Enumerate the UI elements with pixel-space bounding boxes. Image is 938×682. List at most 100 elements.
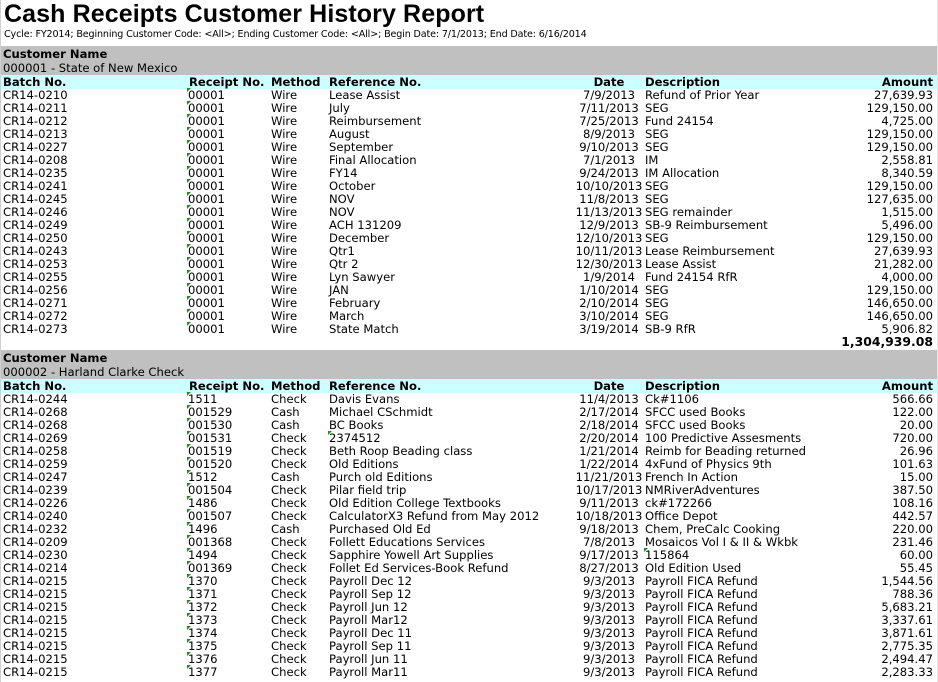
method-cell-text: Check [271,444,307,458]
method-cell-text: Wire [271,127,298,141]
table-body: CR14-0244 1511 Check Davis Evans 11/4/2013 Ck… [1,393,937,679]
batch-cell-text: CR14-0215 [3,600,68,614]
date-cell-text: 7/8/2013 [582,535,636,549]
reference-cell-text: Michael CSchmidt [329,405,433,419]
batch-cell-text: CR14-0215 [3,652,68,666]
description-cell-text: Office Depot [645,509,718,523]
method-cell-text: Wire [271,88,298,102]
date-cell-text: 10/11/2013 [575,244,643,258]
table-row: CR14-0235 00001 Wire FY14 9/24/2013 IM Alloca… [1,167,937,180]
date-cell-text: 1/9/2014 [582,270,636,284]
table-row: CR14-0210 00001 Wire Lease Assist 7/9/2013 Re… [1,89,937,102]
method-cell-text: Check [271,457,307,471]
method-cell-text: Wire [271,140,298,154]
description-cell-text: Payroll FICA Refund [645,626,758,640]
table-row: CR14-0271 00001 Wire February 2/10/2014 SEG 14… [1,297,937,310]
batch-cell-text: CR14-0268 [3,405,68,419]
batch-cell-text: CR14-0212 [3,114,68,128]
customer-name-label: Customer Name [3,351,108,365]
amount-cell-text: 146,650.00 [866,309,933,323]
date-cell-text: 9/3/2013 [582,613,636,627]
table-row: CR14-0273 00001 Wire State Match 3/19/2014 SB… [1,323,937,336]
batch-cell-text: CR14-0215 [3,587,68,601]
amount-cell-text: 129,150.00 [866,140,933,154]
amount-cell-text: 231.46 [892,535,933,549]
table-row: CR14-0259 001520 Check Old Editions 1/22/201… [1,458,937,471]
error-indicator-icon: 001531 [188,431,233,445]
description-cell-text: SFCC used Books [645,405,746,419]
table-row: CR14-0240 001507 Check CalculatorX3 Refund … [1,510,937,523]
batch-cell-text: CR14-0246 [3,205,68,219]
batch-cell-text: CR14-0213 [3,127,68,141]
reference-cell-text: NOV [329,192,355,206]
method-cell-text: Wire [271,114,298,128]
description-cell-text: 4xFund of Physics 9th [645,457,772,471]
description-cell-text: Payroll FICA Refund [645,574,758,588]
error-indicator-icon: 1512 [188,470,218,484]
description-cell-text: SEG [645,101,669,115]
batch-cell-text: CR14-0250 [3,231,68,245]
amount-cell-text: 566.66 [892,392,933,406]
description-cell-text: Old Edition Used [645,561,742,575]
description-cell-text: NMRiverAdventures [645,483,760,497]
error-indicator-icon: 00001 [188,101,225,115]
reference-cell-text: Payroll Jun 11 [329,652,408,666]
description-cell-text: IM [645,153,659,167]
method-cell-text: Check [271,509,307,523]
amount-cell-text: 3,871.61 [881,626,933,640]
amount-cell: 5,906.82 [881,323,933,336]
amount-cell-text: 108.16 [892,496,933,510]
reference-cell-text: Sapphire Yowell Art Supplies [329,548,494,562]
method-cell: Check [271,666,307,679]
column-header-row: Batch No. Receipt No. Method Reference N… [1,75,937,89]
description-cell-text: Chem, PreCalc Cooking [645,522,781,536]
amount-cell-text: 129,150.00 [866,231,933,245]
method-cell-text: Wire [271,192,298,206]
amount-cell-text: 220.00 [892,522,933,536]
description-cell-text: Fund 24154 [645,114,714,128]
table-row: CR14-0213 00001 Wire August 8/9/2013 SEG 129,1… [1,128,937,141]
table-row: CR14-0215 1372 Check Payroll Jun 12 9/3/2013… [1,601,937,614]
method-cell-text: Check [271,548,307,562]
date-cell-text: 9/10/2013 [579,140,639,154]
batch-cell-text: CR14-0240 [3,509,68,523]
error-indicator-icon: 001507 [188,509,233,523]
description-cell-text: Lease Reimbursement [645,244,775,258]
date-cell-text: 12/9/2013 [579,218,639,232]
amount-cell-text: 129,150.00 [866,101,933,115]
method-cell: Wire [271,323,297,336]
column-header-reference: Reference No. [329,75,422,89]
amount-cell-text: 20.00 [899,418,933,432]
reference-cell-text: Reimbursement [329,114,422,128]
error-indicator-icon: 00001 [188,296,225,310]
description-cell-text: SEG remainder [645,205,733,219]
column-header-date: Date [593,75,625,89]
method-cell-text: Wire [271,231,298,245]
amount-cell-text: 8,340.59 [881,166,933,180]
error-indicator-icon: 1372 [188,600,218,614]
method-cell-text: Check [271,561,307,575]
customer-section: Customer Name 000001 - State of New Mexi… [1,46,937,350]
batch-cell-text: CR14-0215 [3,613,68,627]
error-indicator-icon: 2374512 [329,431,381,445]
amount-cell-text: 2,775.35 [881,639,933,653]
method-cell-text: Wire [271,166,298,180]
table-row: CR14-0247 1512 Cash Purch old Editions 11/21… [1,471,937,484]
amount-cell-text: 26.96 [899,444,933,458]
method-cell-text: Check [271,626,307,640]
date-cell-text: 8/27/2013 [579,561,639,575]
reference-cell-text: Payroll Dec 12 [329,574,413,588]
amount-cell-text: 27,639.93 [873,244,933,258]
column-header-batch: Batch No. [3,75,67,89]
date-cell-text: 11/8/2013 [579,192,639,206]
error-indicator-icon: 00001 [188,166,225,180]
error-indicator-icon: 00001 [188,127,225,141]
receipt-cell: 00001 [188,323,225,336]
date-cell-text: 9/3/2013 [582,587,636,601]
description-cell: SB-9 RfR [645,323,696,336]
date-cell-text: 3/19/2014 [579,322,639,336]
reference-cell-text: Purch old Editions [329,470,433,484]
report-title: Cash Receipts Customer History Report [4,0,485,28]
error-indicator-icon: 00001 [188,270,225,284]
method-cell-text: Wire [271,309,298,323]
